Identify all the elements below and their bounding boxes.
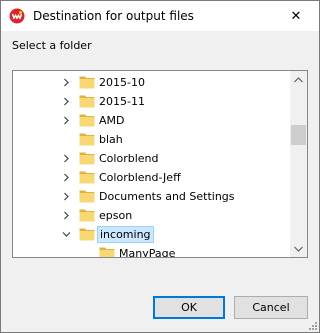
cancel-button-label: Cancel <box>252 301 290 314</box>
tree-item-label: 2015-11 <box>99 95 145 108</box>
tree-item-label: blah <box>99 133 123 146</box>
tree-item-label: Documents and Settings <box>99 190 235 203</box>
tree-item-label: Colorblend-Jeff <box>99 171 181 184</box>
chevron-right-icon[interactable] <box>61 76 71 88</box>
folder-icon <box>79 76 95 89</box>
scroll-up-button[interactable] <box>290 71 307 88</box>
tree-rows: 2015-10 2015-11 AMD blah Colorblend Colorblen… <box>13 71 289 257</box>
window-title: Destination for output files <box>33 9 194 23</box>
folder-icon <box>79 95 95 108</box>
chevron-right-icon[interactable] <box>61 209 71 221</box>
vertical-scrollbar[interactable] <box>290 71 307 257</box>
folder-icon <box>79 171 95 184</box>
folder-icon <box>79 152 95 165</box>
scroll-down-button[interactable] <box>290 240 307 257</box>
resize-grip-icon[interactable] <box>307 320 317 330</box>
tree-item[interactable]: Documents and Settings <box>13 187 289 206</box>
tree-item[interactable]: ManyPage <box>13 244 289 257</box>
tree-item[interactable]: 2015-11 <box>13 92 289 111</box>
tree-item-label: 2015-10 <box>99 76 145 89</box>
folder-icon <box>79 209 95 222</box>
chevron-down-icon[interactable] <box>61 228 71 240</box>
folder-icon <box>79 114 95 127</box>
tree-item[interactable]: 2015-10 <box>13 73 289 92</box>
tree-item-label: epson <box>99 209 133 222</box>
tree-item[interactable]: blah <box>13 130 289 149</box>
tree-item-label: incoming <box>97 226 154 243</box>
folder-icon <box>99 247 115 257</box>
ok-button[interactable]: OK <box>153 296 225 319</box>
ok-button-label: OK <box>181 301 197 314</box>
chevron-right-icon[interactable] <box>61 190 71 202</box>
tree-item[interactable]: epson <box>13 206 289 225</box>
scroll-thumb[interactable] <box>291 125 306 145</box>
title-bar[interactable]: Destination for output files ✕ <box>1 1 319 31</box>
folder-icon <box>79 190 95 203</box>
tree-item[interactable]: incoming <box>13 225 289 244</box>
folder-icon <box>79 133 95 146</box>
close-icon: ✕ <box>290 8 302 24</box>
folder-icon <box>79 228 95 241</box>
chevron-right-icon[interactable] <box>61 152 71 164</box>
prompt-label: Select a folder <box>12 39 92 52</box>
folder-dialog: Destination for output files ✕ Select a … <box>0 0 320 333</box>
tree-item[interactable]: AMD <box>13 111 289 130</box>
cancel-button[interactable]: Cancel <box>234 296 308 319</box>
folder-tree[interactable]: 2015-10 2015-11 AMD blah Colorblend Colorblen… <box>12 70 308 258</box>
tree-item[interactable]: Colorblend-Jeff <box>13 168 289 187</box>
tree-item-label: AMD <box>99 114 125 127</box>
chevron-down-icon <box>294 246 303 252</box>
tree-item[interactable]: Colorblend <box>13 149 289 168</box>
chevron-up-icon <box>294 76 303 82</box>
close-button[interactable]: ✕ <box>273 1 319 31</box>
chevron-right-icon[interactable] <box>61 171 71 183</box>
app-logo-icon <box>9 8 25 24</box>
chevron-right-icon[interactable] <box>61 95 71 107</box>
chevron-right-icon[interactable] <box>61 114 71 126</box>
tree-item-label: Colorblend <box>99 152 159 165</box>
tree-item-label: ManyPage <box>119 247 176 257</box>
